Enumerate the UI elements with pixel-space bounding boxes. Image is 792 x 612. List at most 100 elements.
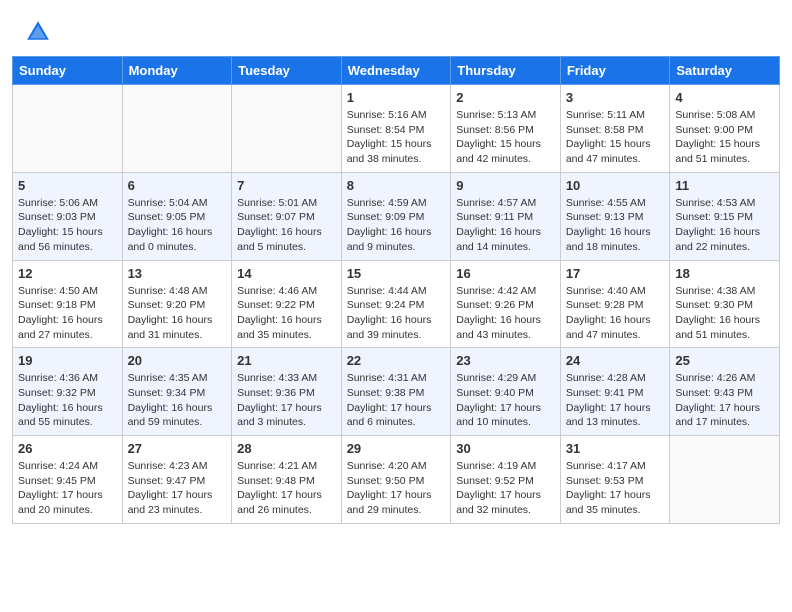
day-info: Sunrise: 5:08 AMSunset: 9:00 PMDaylight:…	[675, 108, 774, 167]
calendar-week-row: 1 Sunrise: 5:16 AMSunset: 8:54 PMDaylight…	[13, 85, 780, 173]
calendar-cell: 7 Sunrise: 5:01 AMSunset: 9:07 PMDaylight…	[232, 172, 342, 260]
day-info: Sunrise: 4:35 AMSunset: 9:34 PMDaylight:…	[128, 371, 227, 430]
day-number: 21	[237, 353, 336, 368]
calendar-cell: 5 Sunrise: 5:06 AMSunset: 9:03 PMDaylight…	[13, 172, 123, 260]
day-info: Sunrise: 4:20 AMSunset: 9:50 PMDaylight:…	[347, 459, 446, 518]
day-info: Sunrise: 4:24 AMSunset: 9:45 PMDaylight:…	[18, 459, 117, 518]
calendar-cell: 22 Sunrise: 4:31 AMSunset: 9:38 PMDayligh…	[341, 348, 451, 436]
day-number: 26	[18, 441, 117, 456]
weekday-header: Tuesday	[232, 57, 342, 85]
calendar-cell: 8Sunrise: 4:59 AMSunset: 9:09 PMDaylight…	[341, 172, 451, 260]
day-number: 5	[18, 178, 117, 193]
calendar-cell: 15 Sunrise: 4:44 AMSunset: 9:24 PMDayligh…	[341, 260, 451, 348]
day-info: Sunrise: 5:06 AMSunset: 9:03 PMDaylight:…	[18, 196, 117, 255]
weekday-header: Sunday	[13, 57, 123, 85]
calendar-cell: 28Sunrise: 4:21 AMSunset: 9:48 PMDayligh…	[232, 436, 342, 524]
calendar-cell	[122, 85, 232, 173]
day-info: Sunrise: 4:29 AMSunset: 9:40 PMDaylight:…	[456, 371, 555, 430]
day-number: 3	[566, 90, 665, 105]
calendar-cell: 29 Sunrise: 4:20 AMSunset: 9:50 PMDayligh…	[341, 436, 451, 524]
calendar-cell: 12 Sunrise: 4:50 AMSunset: 9:18 PMDayligh…	[13, 260, 123, 348]
day-number: 23	[456, 353, 555, 368]
calendar-cell: 17 Sunrise: 4:40 AMSunset: 9:28 PMDayligh…	[560, 260, 670, 348]
day-number: 29	[347, 441, 446, 456]
calendar-cell: 30Sunrise: 4:19 AMSunset: 9:52 PMDayligh…	[451, 436, 561, 524]
day-info: Sunrise: 4:33 AMSunset: 9:36 PMDaylight:…	[237, 371, 336, 430]
day-info: Sunrise: 4:53 AMSunset: 9:15 PMDaylight:…	[675, 196, 774, 255]
day-info: Sunrise: 4:26 AMSunset: 9:43 PMDaylight:…	[675, 371, 774, 430]
calendar-cell: 24 Sunrise: 4:28 AMSunset: 9:41 PMDayligh…	[560, 348, 670, 436]
day-number: 1	[347, 90, 446, 105]
calendar-cell: 2Sunrise: 5:13 AMSunset: 8:56 PMDaylight…	[451, 85, 561, 173]
calendar-week-row: 19 Sunrise: 4:36 AMSunset: 9:32 PMDayligh…	[13, 348, 780, 436]
calendar-cell	[232, 85, 342, 173]
page-header	[0, 0, 792, 56]
day-number: 17	[566, 266, 665, 281]
calendar-cell: 10 Sunrise: 4:55 AMSunset: 9:13 PMDayligh…	[560, 172, 670, 260]
day-number: 15	[347, 266, 446, 281]
calendar-wrapper: SundayMondayTuesdayWednesdayThursdayFrid…	[0, 56, 792, 536]
day-number: 10	[566, 178, 665, 193]
day-number: 22	[347, 353, 446, 368]
calendar-cell	[670, 436, 780, 524]
day-info: Sunrise: 4:57 AMSunset: 9:11 PMDaylight:…	[456, 196, 555, 255]
logo	[24, 18, 56, 46]
calendar-cell: 27Sunrise: 4:23 AMSunset: 9:47 PMDayligh…	[122, 436, 232, 524]
day-info: Sunrise: 4:50 AMSunset: 9:18 PMDaylight:…	[18, 284, 117, 343]
calendar-cell: 31Sunrise: 4:17 AMSunset: 9:53 PMDayligh…	[560, 436, 670, 524]
calendar-cell: 21 Sunrise: 4:33 AMSunset: 9:36 PMDayligh…	[232, 348, 342, 436]
calendar-cell	[13, 85, 123, 173]
calendar-cell: 11 Sunrise: 4:53 AMSunset: 9:15 PMDayligh…	[670, 172, 780, 260]
calendar-cell: 4 Sunrise: 5:08 AMSunset: 9:00 PMDaylight…	[670, 85, 780, 173]
calendar-cell: 16 Sunrise: 4:42 AMSunset: 9:26 PMDayligh…	[451, 260, 561, 348]
day-number: 6	[128, 178, 227, 193]
calendar-cell: 13Sunrise: 4:48 AMSunset: 9:20 PMDayligh…	[122, 260, 232, 348]
day-info: Sunrise: 5:04 AMSunset: 9:05 PMDaylight:…	[128, 196, 227, 255]
calendar-cell: 9 Sunrise: 4:57 AMSunset: 9:11 PMDaylight…	[451, 172, 561, 260]
calendar-cell: 25 Sunrise: 4:26 AMSunset: 9:43 PMDayligh…	[670, 348, 780, 436]
day-number: 14	[237, 266, 336, 281]
weekday-header: Friday	[560, 57, 670, 85]
day-number: 4	[675, 90, 774, 105]
day-number: 12	[18, 266, 117, 281]
day-info: Sunrise: 4:31 AMSunset: 9:38 PMDaylight:…	[347, 371, 446, 430]
day-number: 8	[347, 178, 446, 193]
calendar-week-row: 5 Sunrise: 5:06 AMSunset: 9:03 PMDaylight…	[13, 172, 780, 260]
calendar-cell: 19 Sunrise: 4:36 AMSunset: 9:32 PMDayligh…	[13, 348, 123, 436]
day-number: 9	[456, 178, 555, 193]
calendar-week-row: 12 Sunrise: 4:50 AMSunset: 9:18 PMDayligh…	[13, 260, 780, 348]
day-info: Sunrise: 5:01 AMSunset: 9:07 PMDaylight:…	[237, 196, 336, 255]
weekday-header: Wednesday	[341, 57, 451, 85]
day-info: Sunrise: 4:21 AMSunset: 9:48 PMDaylight:…	[237, 459, 336, 518]
day-info: Sunrise: 4:42 AMSunset: 9:26 PMDaylight:…	[456, 284, 555, 343]
day-number: 25	[675, 353, 774, 368]
day-number: 16	[456, 266, 555, 281]
calendar-cell: 23 Sunrise: 4:29 AMSunset: 9:40 PMDayligh…	[451, 348, 561, 436]
day-info: Sunrise: 4:44 AMSunset: 9:24 PMDaylight:…	[347, 284, 446, 343]
day-info: Sunrise: 4:28 AMSunset: 9:41 PMDaylight:…	[566, 371, 665, 430]
logo-icon	[24, 18, 52, 46]
day-number: 11	[675, 178, 774, 193]
day-number: 18	[675, 266, 774, 281]
day-number: 24	[566, 353, 665, 368]
day-info: Sunrise: 4:48 AMSunset: 9:20 PMDaylight:…	[128, 284, 227, 343]
calendar-cell: 3 Sunrise: 5:11 AMSunset: 8:58 PMDaylight…	[560, 85, 670, 173]
day-number: 19	[18, 353, 117, 368]
day-info: Sunrise: 4:46 AMSunset: 9:22 PMDaylight:…	[237, 284, 336, 343]
day-info: Sunrise: 4:19 AMSunset: 9:52 PMDaylight:…	[456, 459, 555, 518]
day-info: Sunrise: 4:38 AMSunset: 9:30 PMDaylight:…	[675, 284, 774, 343]
day-info: Sunrise: 4:17 AMSunset: 9:53 PMDaylight:…	[566, 459, 665, 518]
weekday-header: Saturday	[670, 57, 780, 85]
day-info: Sunrise: 5:11 AMSunset: 8:58 PMDaylight:…	[566, 108, 665, 167]
day-number: 7	[237, 178, 336, 193]
day-number: 2	[456, 90, 555, 105]
calendar-table: SundayMondayTuesdayWednesdayThursdayFrid…	[12, 56, 780, 524]
weekday-header-row: SundayMondayTuesdayWednesdayThursdayFrid…	[13, 57, 780, 85]
day-info: Sunrise: 4:36 AMSunset: 9:32 PMDaylight:…	[18, 371, 117, 430]
day-info: Sunrise: 5:16 AMSunset: 8:54 PMDaylight:…	[347, 108, 446, 167]
calendar-cell: 1 Sunrise: 5:16 AMSunset: 8:54 PMDaylight…	[341, 85, 451, 173]
calendar-cell: 18 Sunrise: 4:38 AMSunset: 9:30 PMDayligh…	[670, 260, 780, 348]
day-info: Sunrise: 4:40 AMSunset: 9:28 PMDaylight:…	[566, 284, 665, 343]
day-number: 20	[128, 353, 227, 368]
day-info: Sunrise: 4:55 AMSunset: 9:13 PMDaylight:…	[566, 196, 665, 255]
